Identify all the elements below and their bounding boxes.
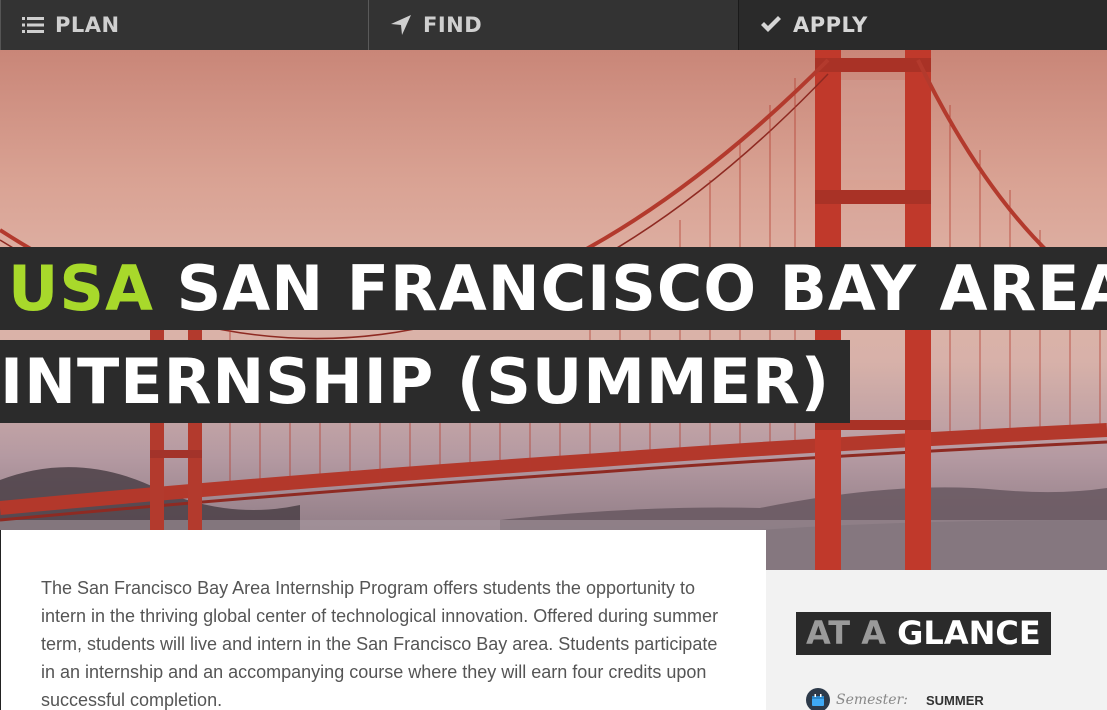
glance-row-semester: Semester: SUMMER bbox=[806, 688, 984, 710]
nav-tab-plan-label: PLAN bbox=[55, 13, 120, 37]
program-title-line-1: USA SAN FRANCISCO BAY AREA bbox=[0, 247, 1107, 330]
at-a-glance-heading: AT A GLANCE bbox=[796, 612, 1051, 655]
program-description-card: The San Francisco Bay Area Internship Pr… bbox=[0, 530, 766, 710]
glance-heading-prefix: AT A bbox=[806, 614, 887, 652]
checkmark-icon bbox=[759, 13, 783, 37]
semester-value: SUMMER bbox=[926, 692, 984, 708]
program-title-main: SAN FRANCISCO BAY AREA bbox=[176, 252, 1107, 325]
nav-tab-apply-label: APPLY bbox=[793, 13, 868, 37]
list-icon bbox=[21, 13, 45, 37]
location-arrow-icon bbox=[389, 13, 413, 37]
semester-label: Semester: bbox=[836, 692, 908, 708]
glance-heading-main: GLANCE bbox=[897, 614, 1041, 652]
nav-tab-find[interactable]: FIND bbox=[369, 0, 739, 50]
nav-tab-apply[interactable]: APPLY bbox=[739, 0, 1107, 50]
top-navigation: PLAN FIND APPLY bbox=[0, 0, 1107, 50]
nav-tab-plan[interactable]: PLAN bbox=[0, 0, 369, 50]
program-title-line-2: INTERNSHIP (SUMMER) bbox=[0, 340, 851, 423]
nav-tab-find-label: FIND bbox=[423, 13, 483, 37]
at-a-glance-panel: AT A GLANCE Semester: SUMMER bbox=[766, 570, 1107, 710]
calendar-icon bbox=[806, 688, 830, 710]
program-country: USA bbox=[8, 252, 154, 325]
program-description: The San Francisco Bay Area Internship Pr… bbox=[41, 578, 719, 710]
hero-banner: USA SAN FRANCISCO BAY AREA INTERNSHIP (S… bbox=[0, 50, 1107, 570]
